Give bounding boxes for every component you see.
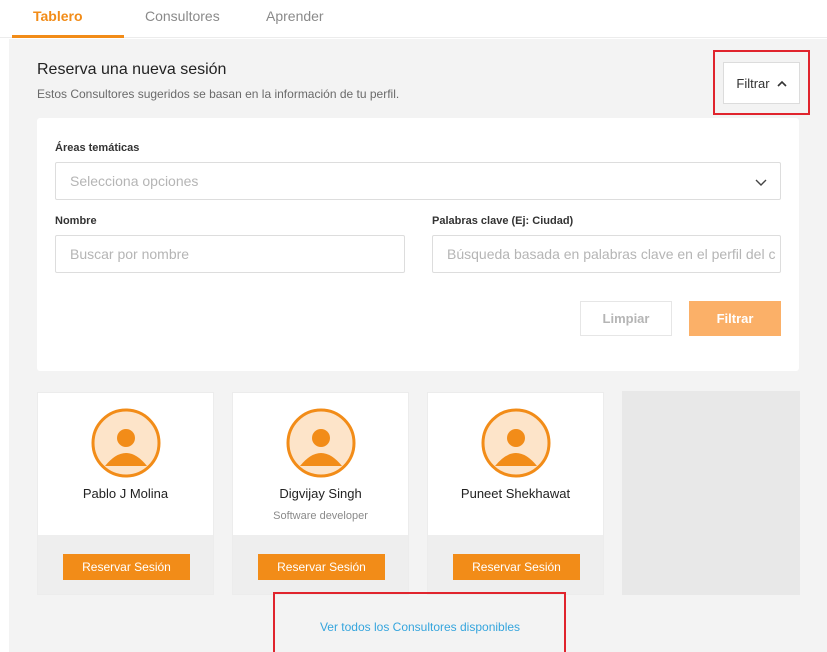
- keywords-input[interactable]: Búsqueda basada en palabras clave en el …: [432, 235, 781, 273]
- areas-placeholder: Selecciona opciones: [70, 173, 199, 189]
- book-session-button[interactable]: Reservar Sesión: [258, 554, 385, 580]
- highlight-box-filter: [713, 50, 810, 115]
- tab-tablero[interactable]: Tablero: [33, 8, 83, 24]
- areas-label: Áreas temáticas: [55, 142, 140, 154]
- tab-consultores[interactable]: Consultores: [145, 8, 220, 24]
- highlight-box-view-all: [273, 592, 566, 652]
- active-tab-indicator: [12, 35, 124, 38]
- tab-aprender[interactable]: Aprender: [266, 8, 324, 24]
- consultant-card: Pablo J Molina Reservar Sesión: [37, 392, 214, 595]
- book-session-button[interactable]: Reservar Sesión: [63, 554, 190, 580]
- keywords-placeholder: Búsqueda basada en palabras clave en el …: [447, 246, 776, 262]
- clear-button[interactable]: Limpiar: [580, 301, 672, 336]
- consultant-name: Puneet Shekhawat: [460, 486, 571, 501]
- consultant-name: Digvijay Singh: [279, 486, 362, 501]
- consultant-role: Software developer: [273, 510, 368, 522]
- areas-select[interactable]: Selecciona opciones: [55, 162, 781, 200]
- avatar-icon: [286, 408, 356, 478]
- chevron-down-icon: [755, 179, 767, 186]
- consultant-name: Pablo J Molina: [82, 486, 169, 501]
- avatar-icon: [91, 408, 161, 478]
- tab-bar: Tablero Consultores Aprender: [0, 0, 827, 38]
- avatar-icon: [481, 408, 551, 478]
- book-session-button[interactable]: Reservar Sesión: [453, 554, 580, 580]
- consultant-card: Digvijay Singh Software developer Reserv…: [232, 392, 409, 595]
- name-label: Nombre: [55, 215, 97, 227]
- empty-card-placeholder: [622, 391, 800, 595]
- name-placeholder: Buscar por nombre: [70, 246, 190, 262]
- keywords-label: Palabras clave (Ej: Ciudad): [432, 215, 574, 227]
- name-input[interactable]: Buscar por nombre: [55, 235, 405, 273]
- section-title: Reserva una nueva sesión: [37, 61, 227, 78]
- filter-button[interactable]: Filtrar: [689, 301, 781, 336]
- consultant-card: Puneet Shekhawat Reservar Sesión: [427, 392, 604, 595]
- section-subtitle: Estos Consultores sugeridos se basan en …: [37, 87, 400, 101]
